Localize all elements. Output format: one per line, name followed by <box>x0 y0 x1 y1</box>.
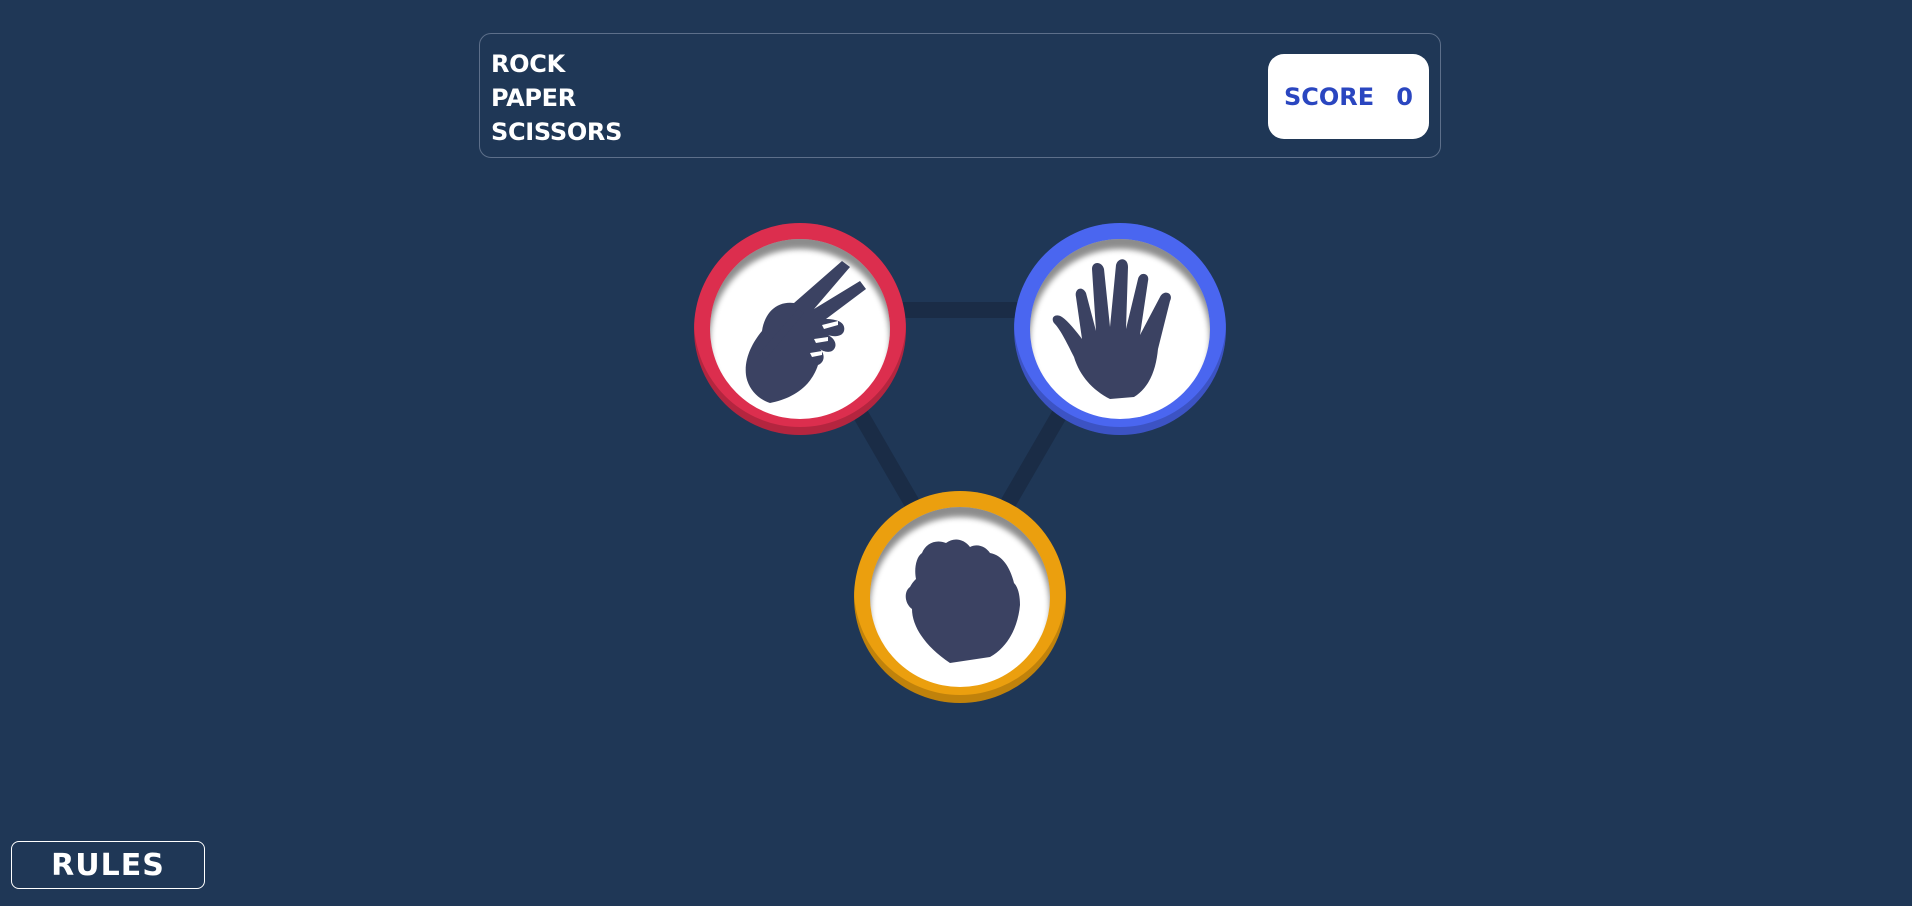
scissors-hand-icon <box>710 239 890 419</box>
rock-button[interactable] <box>854 491 1066 703</box>
game-board <box>0 0 1912 906</box>
triangle-connector <box>793 302 1128 594</box>
paper-hand-icon <box>1030 239 1210 419</box>
rock-fist-icon <box>870 507 1050 687</box>
rules-button[interactable]: RULES <box>11 841 205 889</box>
paper-button[interactable] <box>1014 223 1226 435</box>
scissors-button[interactable] <box>694 223 906 435</box>
